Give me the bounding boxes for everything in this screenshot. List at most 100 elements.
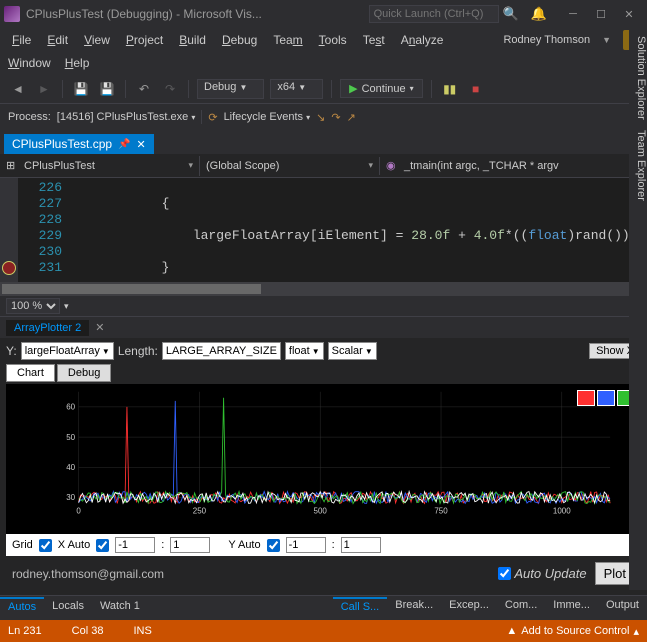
chart-tab[interactable]: Chart bbox=[6, 364, 55, 382]
length-label: Length: bbox=[118, 344, 158, 358]
tab-callstack[interactable]: Call S... bbox=[333, 597, 388, 615]
redo-button[interactable]: ↷ bbox=[160, 79, 180, 99]
title-bar: CPlusPlusTest (Debugging) - Microsoft Vi… bbox=[0, 0, 647, 28]
y-expr-combo[interactable]: largeFloatArray ▼ bbox=[21, 342, 114, 360]
minimize-button[interactable]: ─ bbox=[559, 4, 587, 24]
svg-text:250: 250 bbox=[193, 506, 207, 515]
nav-fwd-button[interactable]: ► bbox=[34, 79, 54, 99]
team-explorer-tab[interactable]: Team Explorer bbox=[629, 130, 647, 201]
auto-update-label[interactable]: Auto Update bbox=[498, 566, 586, 581]
plotter-panel-header: ArrayPlotter 2 ✕ bbox=[0, 316, 647, 338]
svg-text:60: 60 bbox=[66, 403, 75, 412]
tab-locals[interactable]: Locals bbox=[44, 598, 92, 614]
function-icon: ◉ bbox=[386, 159, 400, 173]
type-combo[interactable]: float ▼ bbox=[285, 342, 324, 360]
step-out-button[interactable]: ↗ bbox=[347, 111, 356, 124]
svg-text:40: 40 bbox=[66, 463, 75, 472]
menu-file[interactable]: File bbox=[4, 30, 39, 50]
save-button[interactable]: 💾 bbox=[71, 79, 91, 99]
svg-text:750: 750 bbox=[434, 506, 448, 515]
function-combo[interactable]: ◉ _tmain(int argc, _TCHAR * argv▾ bbox=[380, 156, 647, 176]
code-editor[interactable]: 226227228229230231 { largeFloatArray[iEl… bbox=[0, 178, 647, 282]
scalar-combo[interactable]: Scalar ▼ bbox=[328, 342, 377, 360]
tab-output[interactable]: Output bbox=[598, 597, 647, 615]
scope-combo[interactable]: (Global Scope)▾ bbox=[200, 157, 380, 175]
notification-icon[interactable]: 🔔 bbox=[531, 6, 547, 22]
menu-project[interactable]: Project bbox=[118, 30, 171, 50]
platform-dropdown[interactable]: x64 ▼ bbox=[270, 79, 323, 99]
length-combo[interactable]: LARGE_ARRAY_SIZE bbox=[162, 342, 281, 360]
menu-analyze[interactable]: Analyze bbox=[393, 30, 452, 50]
continue-button[interactable]: ▶Continue ▾ bbox=[340, 79, 423, 98]
auto-update-checkbox[interactable] bbox=[498, 567, 511, 580]
plotter-tab[interactable]: ArrayPlotter 2 bbox=[6, 320, 89, 336]
zoom-dropdown[interactable]: 100 % bbox=[6, 298, 60, 314]
quick-launch-input[interactable] bbox=[369, 5, 499, 23]
lifecycle-dropdown[interactable]: Lifecycle Events ▾ bbox=[224, 111, 311, 123]
grid-checkbox[interactable] bbox=[39, 539, 52, 552]
undo-button[interactable]: ↶ bbox=[134, 79, 154, 99]
scope-bar: ⊞ CPlusPlusTest▾ (Global Scope)▾ ◉ _tmai… bbox=[0, 154, 647, 178]
editor-tab-bar: CPlusPlusTest.cpp 📌 ✕ bbox=[0, 130, 647, 154]
chart-area[interactable]: 3040506002505007501000 bbox=[6, 384, 641, 534]
user-name[interactable]: Rodney Thomson bbox=[495, 31, 594, 49]
status-bar: Ln 231 Col 38 INS ▲ Add to Source Contro… bbox=[0, 620, 647, 642]
tab-exceptions[interactable]: Excep... bbox=[441, 597, 497, 615]
legend bbox=[577, 390, 635, 406]
status-line: Ln 231 bbox=[8, 625, 42, 637]
step-over-button[interactable]: ↷ bbox=[331, 111, 340, 124]
xmin-input[interactable] bbox=[115, 537, 155, 553]
menu-window[interactable]: Window bbox=[8, 56, 51, 70]
tab-close-icon[interactable]: ✕ bbox=[137, 138, 146, 151]
file-tab[interactable]: CPlusPlusTest.cpp 📌 ✕ bbox=[4, 134, 154, 154]
menu-help[interactable]: Help bbox=[65, 56, 90, 70]
breakpoint-icon[interactable] bbox=[2, 261, 16, 275]
chart-svg: 3040506002505007501000 bbox=[36, 390, 635, 516]
glyph-margin[interactable] bbox=[0, 178, 18, 282]
svg-text:0: 0 bbox=[76, 506, 81, 515]
xmax-input[interactable] bbox=[170, 537, 210, 553]
line-numbers: 226227228229230231 bbox=[18, 178, 68, 282]
save-all-button[interactable]: 💾 bbox=[97, 79, 117, 99]
tab-command[interactable]: Com... bbox=[497, 597, 545, 615]
source-control-button[interactable]: ▲ Add to Source Control ▴ bbox=[506, 625, 639, 638]
tab-watch[interactable]: Watch 1 bbox=[92, 598, 148, 614]
array-plotter: Y: largeFloatArray ▼ Length: LARGE_ARRAY… bbox=[0, 338, 647, 595]
tab-autos[interactable]: Autos bbox=[0, 597, 44, 615]
stop-button[interactable]: ■ bbox=[466, 79, 486, 99]
ymin-input[interactable] bbox=[286, 537, 326, 553]
tab-breakpoints[interactable]: Break... bbox=[387, 597, 441, 615]
process-label: Process: bbox=[8, 111, 51, 123]
search-icon[interactable]: 🔍 bbox=[503, 6, 519, 22]
menu-debug[interactable]: Debug bbox=[214, 30, 265, 50]
close-button[interactable]: ✕ bbox=[615, 4, 643, 24]
yauto-checkbox[interactable] bbox=[267, 539, 280, 552]
vs-logo-icon bbox=[4, 6, 20, 22]
editor-h-scrollbar[interactable] bbox=[0, 282, 647, 296]
play-icon: ▶ bbox=[349, 82, 357, 95]
maximize-button[interactable]: ☐ bbox=[587, 4, 615, 24]
menu-bar: File Edit View Project Build Debug Team … bbox=[0, 28, 647, 52]
menu-tools[interactable]: Tools bbox=[311, 30, 355, 50]
ymax-input[interactable] bbox=[341, 537, 381, 553]
project-combo[interactable]: ⊞ CPlusPlusTest▾ bbox=[0, 156, 200, 176]
pin-icon[interactable]: 📌 bbox=[118, 139, 130, 150]
tab-immediate[interactable]: Imme... bbox=[545, 597, 598, 615]
menu-build[interactable]: Build bbox=[171, 30, 214, 50]
break-all-button[interactable]: ▮▮ bbox=[440, 79, 460, 99]
code-area[interactable]: { largeFloatArray[iElement] = 28.0f + 4.… bbox=[68, 178, 647, 282]
menu-team[interactable]: Team bbox=[265, 30, 310, 50]
xauto-checkbox[interactable] bbox=[96, 539, 109, 552]
main-toolbar: ◄ ► 💾 💾 ↶ ↷ Debug ▼ x64 ▼ ▶Continue ▾ ▮▮… bbox=[0, 74, 647, 104]
debug-tab[interactable]: Debug bbox=[57, 364, 111, 382]
lifecycle-icon[interactable]: ⟳ bbox=[208, 111, 217, 124]
config-dropdown[interactable]: Debug ▼ bbox=[197, 79, 264, 99]
solution-explorer-tab[interactable]: Solution Explorer bbox=[629, 36, 647, 120]
plotter-close-icon[interactable]: ✕ bbox=[95, 321, 104, 334]
menu-edit[interactable]: Edit bbox=[39, 30, 76, 50]
nav-back-button[interactable]: ◄ bbox=[8, 79, 28, 99]
step-into-button[interactable]: ↘ bbox=[316, 111, 325, 124]
process-dropdown[interactable]: [14516] CPlusPlusTest.exe ▾ bbox=[57, 111, 196, 123]
menu-test[interactable]: Test bbox=[355, 30, 393, 50]
menu-view[interactable]: View bbox=[76, 30, 118, 50]
